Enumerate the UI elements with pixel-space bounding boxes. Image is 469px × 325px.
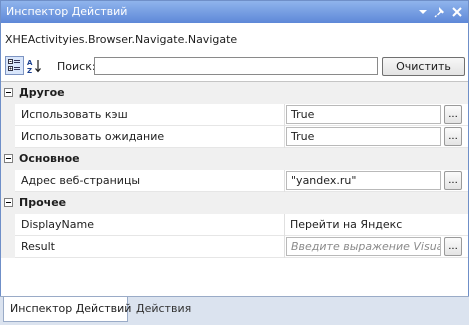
- grid-toolbar: A Z Поиск: Очистить: [1, 54, 468, 78]
- property-name: DisplayName: [21, 218, 94, 231]
- activity-inspector-panel: Инспектор Действий XHEActivityies.Browse…: [0, 0, 469, 297]
- property-name: Использовать ожидание: [21, 130, 165, 143]
- category-label: Прочее: [19, 196, 67, 209]
- property-value-text[interactable]: Перейти на Яндекс: [290, 218, 402, 231]
- clear-button[interactable]: Очистить: [382, 57, 465, 76]
- property-name: Result: [21, 240, 55, 253]
- category-row-main[interactable]: Основное: [1, 148, 468, 170]
- close-icon[interactable]: [449, 4, 465, 20]
- property-name: Адрес веб-страницы: [21, 174, 141, 187]
- property-value-field[interactable]: "yandex.ru": [286, 171, 441, 190]
- tab-activities[interactable]: Действия: [130, 297, 197, 322]
- ellipsis-button[interactable]: ...: [444, 127, 462, 146]
- collapse-minus-icon[interactable]: [4, 88, 13, 97]
- bottom-tab-strip: Инспектор Действий Действия: [0, 296, 469, 325]
- collapse-minus-icon[interactable]: [4, 154, 13, 163]
- ellipsis-button[interactable]: ...: [444, 171, 462, 190]
- category-label: Другое: [19, 86, 65, 99]
- svg-text:A: A: [27, 59, 33, 67]
- property-row-use-cache[interactable]: Использовать кэш True ...: [1, 104, 468, 126]
- category-row-other[interactable]: Другое: [1, 82, 468, 104]
- property-value-field[interactable]: True: [286, 105, 441, 124]
- property-row-use-wait[interactable]: Использовать ожидание True ...: [1, 126, 468, 148]
- category-label: Основное: [19, 152, 80, 165]
- category-row-misc[interactable]: Прочее: [1, 192, 468, 214]
- ellipsis-button[interactable]: ...: [444, 237, 462, 256]
- dropdown-arrow-icon[interactable]: [415, 4, 431, 20]
- tab-activity-inspector[interactable]: Инспектор Действий: [3, 297, 131, 322]
- property-name: Использовать кэш: [21, 108, 128, 121]
- property-row-result[interactable]: Result Введите выражение Visual Basic ..…: [1, 236, 468, 258]
- selected-activity-name: XHEActivityies.Browser.Navigate.Navigate: [5, 33, 238, 46]
- collapse-minus-icon[interactable]: [4, 198, 13, 207]
- panel-title: Инспектор Действий: [6, 5, 128, 18]
- search-input[interactable]: [94, 57, 378, 75]
- alphabetical-sort-icon[interactable]: A Z: [25, 56, 44, 75]
- expression-input[interactable]: Введите выражение Visual Basic: [286, 237, 441, 256]
- panel-title-bar: Инспектор Действий: [1, 1, 468, 23]
- svg-text:Z: Z: [27, 67, 32, 74]
- property-grid: Другое Использовать кэш True ... Использ…: [1, 81, 468, 266]
- property-row-page-address[interactable]: Адрес веб-страницы "yandex.ru" ...: [1, 170, 468, 192]
- categorized-view-icon[interactable]: [5, 56, 24, 75]
- ellipsis-button[interactable]: ...: [444, 105, 462, 124]
- property-value-field[interactable]: True: [286, 127, 441, 146]
- property-row-display-name[interactable]: DisplayName Перейти на Яндекс: [1, 214, 468, 236]
- pin-icon[interactable]: [432, 4, 448, 20]
- search-label: Поиск:: [57, 60, 96, 73]
